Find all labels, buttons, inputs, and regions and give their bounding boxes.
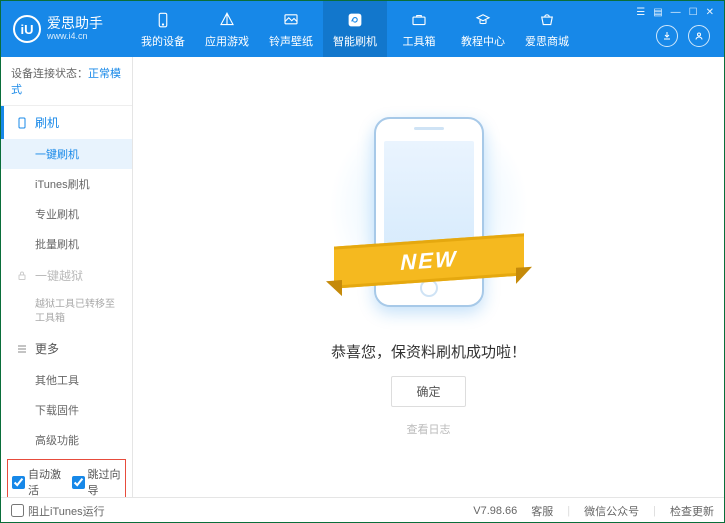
separator: | [653, 505, 656, 517]
skip-guide-input[interactable] [72, 476, 85, 489]
menu-icon[interactable]: ☰ [636, 7, 645, 18]
nav-label: 我的设备 [141, 33, 185, 49]
phone-small-icon [15, 116, 29, 130]
main-content: NEW 恭喜您，保资料刷机成功啦！ 确定 查看日志 [133, 57, 724, 497]
toolbox-icon [409, 10, 429, 30]
app-header: iU 爱思助手 www.i4.cn 我的设备 应用游戏 铃声壁纸 智能刷机 工具… [1, 1, 724, 57]
refresh-icon [345, 10, 365, 30]
sidebar-item-download-firmware[interactable]: 下载固件 [1, 395, 132, 425]
nav-ringtones[interactable]: 铃声壁纸 [259, 1, 323, 57]
group-label: 刷机 [35, 114, 59, 131]
status-bar: 阻止iTunes运行 V7.98.66 客服 | 微信公众号 | 检查更新 [1, 497, 724, 523]
user-button[interactable] [688, 25, 710, 47]
close-icon[interactable]: ✕ [706, 7, 714, 18]
nav-store[interactable]: 爱思商城 [515, 1, 579, 57]
nav-label: 爱思商城 [525, 33, 569, 49]
tutorial-icon [473, 10, 493, 30]
nav-flash[interactable]: 智能刷机 [323, 1, 387, 57]
app-url: www.i4.cn [47, 32, 103, 42]
nav-label: 工具箱 [403, 33, 436, 49]
pin-icon[interactable]: ▤ [653, 7, 662, 18]
nav-apps[interactable]: 应用游戏 [195, 1, 259, 57]
top-nav: 我的设备 应用游戏 铃声壁纸 智能刷机 工具箱 教程中心 爱思商城 [131, 1, 724, 57]
store-icon [537, 10, 557, 30]
checkbox-label: 跳过向导 [88, 466, 122, 497]
maximize-icon[interactable]: ☐ [689, 7, 698, 18]
check-update-link[interactable]: 检查更新 [670, 503, 714, 519]
sidebar-item-oneclick[interactable]: 一键刷机 [1, 139, 132, 169]
menu-small-icon [15, 342, 29, 356]
group-label: 一键越狱 [35, 267, 83, 284]
download-button[interactable] [656, 25, 678, 47]
minimize-icon[interactable]: — [671, 7, 681, 18]
lock-icon [15, 269, 29, 283]
group-flash[interactable]: 刷机 [1, 106, 132, 139]
nav-label: 智能刷机 [333, 33, 377, 49]
auto-activate-input[interactable] [12, 476, 25, 489]
success-illustration: NEW [354, 117, 504, 317]
checkbox-skip-guide[interactable]: 跳过向导 [72, 466, 122, 497]
checkbox-label: 阻止iTunes运行 [28, 503, 105, 519]
nav-label: 应用游戏 [205, 33, 249, 49]
separator: | [567, 505, 570, 517]
view-log-link[interactable]: 查看日志 [407, 421, 451, 437]
version-label: V7.98.66 [473, 505, 517, 517]
nav-tutorials[interactable]: 教程中心 [451, 1, 515, 57]
wallpaper-icon [281, 10, 301, 30]
wechat-link[interactable]: 微信公众号 [584, 503, 639, 519]
sidebar-item-itunes[interactable]: iTunes刷机 [1, 169, 132, 199]
customer-service-link[interactable]: 客服 [531, 503, 553, 519]
checkbox-auto-activate[interactable]: 自动激活 [12, 466, 62, 497]
nav-my-device[interactable]: 我的设备 [131, 1, 195, 57]
app-title: 爱思助手 [47, 16, 103, 31]
sidebar-item-advanced[interactable]: 高级功能 [1, 425, 132, 455]
logo-icon: iU [13, 15, 41, 43]
jailbreak-note: 越狱工具已转移至 工具箱 [1, 292, 132, 332]
sidebar-item-othertools[interactable]: 其他工具 [1, 365, 132, 395]
sidebar-item-pro[interactable]: 专业刷机 [1, 199, 132, 229]
group-label: 更多 [35, 340, 59, 357]
apps-icon [217, 10, 237, 30]
checkbox-block-itunes[interactable]: 阻止iTunes运行 [11, 503, 105, 519]
group-more[interactable]: 更多 [1, 332, 132, 365]
status-prefix: 设备连接状态： [11, 68, 88, 80]
connection-status: 设备连接状态：正常模式 [1, 57, 132, 106]
window-controls: ☰ ▤ — ☐ ✕ [636, 7, 714, 18]
sidebar: 设备连接状态：正常模式 刷机 一键刷机 iTunes刷机 专业刷机 批量刷机 一… [1, 57, 133, 497]
block-itunes-input[interactable] [11, 504, 24, 517]
options-highlight-box: 自动激活 跳过向导 [7, 459, 126, 497]
success-message: 恭喜您，保资料刷机成功啦！ [331, 341, 526, 362]
nav-toolbox[interactable]: 工具箱 [387, 1, 451, 57]
nav-label: 教程中心 [461, 33, 505, 49]
nav-label: 铃声壁纸 [269, 33, 313, 49]
phone-icon [153, 10, 173, 30]
logo-area: iU 爱思助手 www.i4.cn [1, 15, 131, 43]
checkbox-label: 自动激活 [28, 466, 62, 497]
ok-button[interactable]: 确定 [391, 376, 465, 407]
group-jailbreak[interactable]: 一键越狱 [1, 259, 132, 292]
sidebar-item-batch[interactable]: 批量刷机 [1, 229, 132, 259]
